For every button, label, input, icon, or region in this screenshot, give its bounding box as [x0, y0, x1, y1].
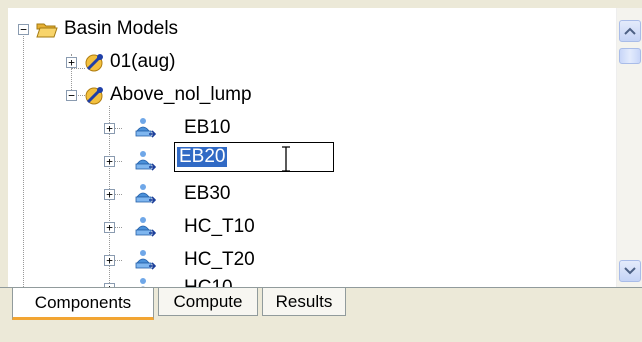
tree-item-element[interactable]: + HC10 [8, 274, 308, 287]
tree-item-element[interactable]: + HC_T10 [8, 213, 308, 241]
folder-open-icon [36, 23, 58, 38]
expand-toggle[interactable]: + [66, 57, 77, 68]
tree-connector [114, 260, 122, 262]
scroll-down-button[interactable] [619, 260, 641, 282]
tab-components[interactable]: Components [12, 288, 154, 320]
tree-item-label: EB30 [184, 183, 231, 204]
text-cursor-icon [282, 146, 290, 172]
window-frame-top [0, 0, 642, 8]
tree-item-label: EB10 [184, 117, 231, 138]
tab-results[interactable]: Results [262, 288, 346, 316]
tree-connector [114, 194, 122, 196]
tree-item-label: 01(aug) [110, 51, 176, 72]
chevron-up-icon [624, 27, 636, 35]
tree-item-label: HC_T10 [184, 216, 255, 237]
expand-toggle[interactable]: + [104, 156, 115, 167]
basin-model-icon [85, 87, 103, 105]
tree-connector [114, 161, 122, 163]
basin-model-icon [85, 54, 103, 72]
tab-bar: Components Compute Results [0, 287, 642, 342]
tree-connector [114, 128, 122, 130]
collapse-toggle[interactable]: − [66, 90, 77, 101]
window-frame-left [0, 8, 8, 287]
subbasin-icon [135, 118, 156, 138]
rename-input-selected-text: EB20 [177, 146, 228, 167]
tree-item-element[interactable]: + HC_T20 [8, 246, 308, 274]
expand-toggle[interactable]: + [104, 123, 115, 134]
subbasin-icon [140, 278, 146, 287]
tree-item-element[interactable]: + EB30 [8, 180, 308, 208]
subbasin-icon [135, 250, 156, 270]
tree-item-basin-models[interactable]: − Basin Models [8, 15, 308, 43]
subbasin-icon [135, 184, 156, 204]
scroll-thumb[interactable] [619, 48, 641, 64]
subbasin-icon [135, 151, 156, 171]
tree-item-label: HC10 [184, 277, 233, 287]
chevron-down-icon [624, 267, 636, 275]
rename-input[interactable]: EB20 [174, 142, 334, 172]
expand-toggle[interactable]: + [104, 189, 115, 200]
expand-toggle[interactable]: + [104, 222, 115, 233]
tree-item-label: HC_T20 [184, 249, 255, 270]
vertical-scrollbar[interactable] [616, 8, 642, 287]
collapse-toggle[interactable]: − [18, 24, 29, 35]
tree-item-model[interactable]: − Above_nol_lump [8, 81, 348, 109]
tree-item-label: Basin Models [64, 18, 179, 39]
expand-toggle[interactable]: + [104, 255, 115, 266]
tree-item-model[interactable]: + 01(aug) [8, 48, 308, 76]
scroll-up-button[interactable] [619, 20, 641, 42]
subbasin-icon [135, 217, 156, 237]
tree-item-element[interactable]: + EB10 [8, 114, 308, 142]
component-tree[interactable]: − Basin Models + 01(aug) − Above_nol_lum… [8, 8, 616, 287]
tab-compute[interactable]: Compute [158, 288, 258, 316]
tree-item-label: Above_nol_lump [110, 84, 252, 105]
tree-connector [114, 227, 122, 229]
